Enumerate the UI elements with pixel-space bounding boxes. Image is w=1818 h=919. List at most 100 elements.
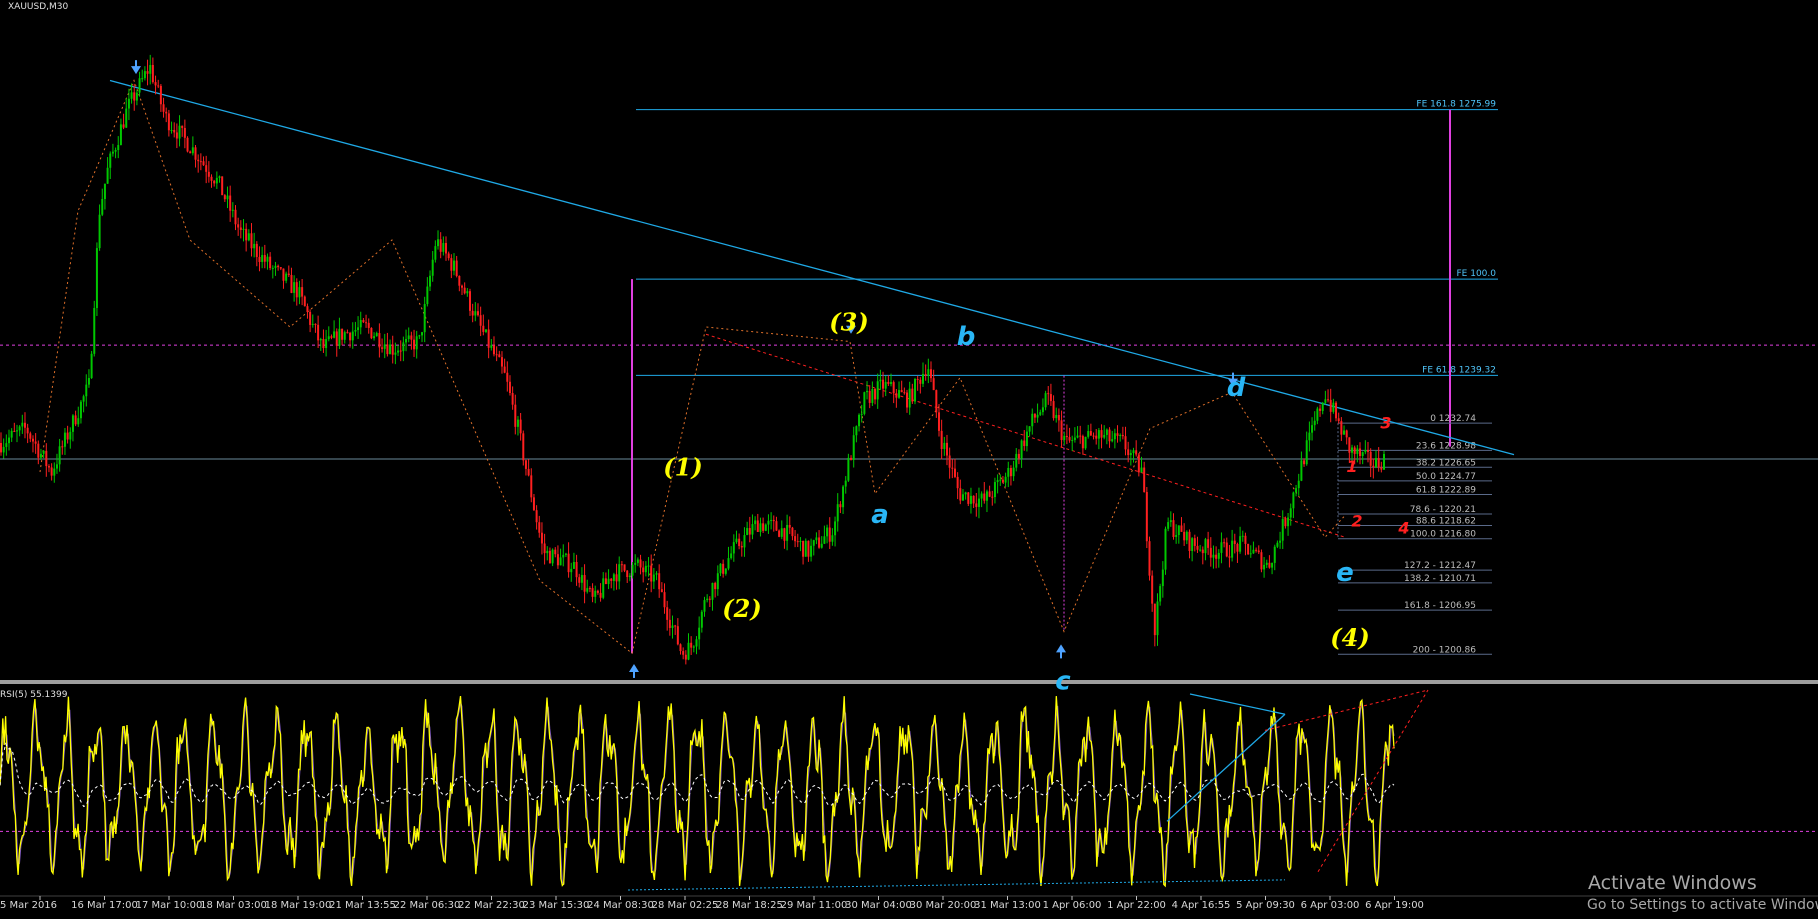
candle[interactable]	[181, 125, 184, 128]
candle[interactable]	[929, 369, 932, 379]
candle[interactable]	[831, 535, 834, 542]
candle[interactable]	[1060, 420, 1063, 441]
candle[interactable]	[908, 388, 911, 408]
candle[interactable]	[839, 504, 842, 508]
candle[interactable]	[953, 468, 956, 477]
candle[interactable]	[114, 149, 117, 152]
candle[interactable]	[1265, 562, 1268, 565]
candle[interactable]	[93, 308, 96, 354]
candle[interactable]	[429, 275, 432, 287]
candle[interactable]	[1279, 540, 1282, 543]
candle[interactable]	[191, 147, 194, 154]
candle[interactable]	[1372, 465, 1375, 468]
candle[interactable]	[639, 559, 642, 568]
candle[interactable]	[500, 357, 503, 367]
candle[interactable]	[1356, 448, 1359, 454]
candle[interactable]	[959, 488, 962, 501]
candle[interactable]	[1105, 429, 1108, 435]
candle[interactable]	[322, 338, 325, 349]
candle[interactable]	[762, 523, 765, 531]
candle[interactable]	[556, 554, 559, 566]
candle[interactable]	[1215, 554, 1218, 559]
candle[interactable]	[1369, 451, 1372, 466]
candle[interactable]	[1044, 393, 1047, 408]
candle[interactable]	[607, 578, 610, 585]
candle[interactable]	[991, 496, 994, 498]
candle[interactable]	[1359, 448, 1362, 457]
candle[interactable]	[799, 541, 802, 543]
candle[interactable]	[1289, 508, 1292, 518]
candle[interactable]	[55, 464, 58, 469]
candle[interactable]	[1348, 437, 1351, 453]
candle[interactable]	[935, 390, 938, 413]
candle[interactable]	[788, 524, 791, 528]
candle[interactable]	[636, 559, 639, 563]
candle[interactable]	[514, 404, 517, 427]
candle[interactable]	[1017, 453, 1020, 459]
candle[interactable]	[1361, 452, 1364, 457]
candle[interactable]	[874, 388, 877, 400]
candle[interactable]	[13, 430, 16, 432]
candle[interactable]	[1097, 430, 1100, 439]
candle[interactable]	[1321, 402, 1324, 411]
candle[interactable]	[189, 151, 192, 154]
candle[interactable]	[863, 392, 866, 414]
candle[interactable]	[1073, 437, 1076, 441]
candle[interactable]	[410, 335, 413, 340]
candle[interactable]	[474, 311, 477, 316]
candle[interactable]	[1143, 467, 1146, 493]
candle[interactable]	[1148, 541, 1151, 576]
candle[interactable]	[231, 209, 234, 211]
candle[interactable]	[714, 582, 717, 590]
candle[interactable]	[1305, 440, 1308, 465]
candle[interactable]	[245, 228, 248, 241]
candle[interactable]	[937, 412, 940, 431]
candle[interactable]	[159, 85, 162, 105]
candle[interactable]	[133, 92, 136, 101]
candle[interactable]	[783, 528, 786, 541]
candle[interactable]	[748, 528, 751, 535]
candle[interactable]	[594, 590, 597, 597]
candle[interactable]	[135, 92, 138, 101]
candle[interactable]	[844, 480, 847, 487]
candle[interactable]	[1340, 421, 1343, 435]
candle[interactable]	[303, 296, 306, 307]
candle[interactable]	[333, 331, 336, 338]
candle[interactable]	[338, 328, 341, 346]
candle[interactable]	[45, 450, 48, 467]
candle[interactable]	[626, 570, 629, 578]
candle[interactable]	[711, 582, 714, 600]
candle[interactable]	[1055, 415, 1058, 419]
candle[interactable]	[967, 492, 970, 504]
candle[interactable]	[746, 528, 749, 536]
candle[interactable]	[895, 393, 898, 398]
candle[interactable]	[418, 335, 421, 337]
candle[interactable]	[37, 443, 40, 458]
candle[interactable]	[644, 565, 647, 573]
candle[interactable]	[1116, 433, 1119, 436]
candle[interactable]	[1255, 549, 1258, 551]
candle[interactable]	[551, 549, 554, 564]
candle[interactable]	[423, 304, 426, 333]
candle[interactable]	[540, 532, 543, 544]
candle[interactable]	[508, 381, 511, 394]
candle[interactable]	[269, 256, 272, 269]
candle[interactable]	[591, 588, 594, 597]
candle[interactable]	[671, 625, 674, 628]
candle[interactable]	[900, 390, 903, 393]
candle[interactable]	[858, 414, 861, 427]
candle[interactable]	[791, 527, 794, 537]
candle[interactable]	[674, 625, 677, 627]
candle[interactable]	[39, 453, 42, 458]
candle[interactable]	[524, 460, 527, 469]
candle[interactable]	[602, 578, 605, 598]
candle[interactable]	[751, 524, 754, 535]
candle[interactable]	[223, 195, 226, 200]
candle[interactable]	[807, 540, 810, 557]
candle[interactable]	[535, 510, 538, 523]
candle[interactable]	[1100, 430, 1103, 438]
candle[interactable]	[487, 329, 490, 348]
candle[interactable]	[106, 167, 109, 184]
candle[interactable]	[1207, 539, 1210, 548]
candle[interactable]	[543, 543, 546, 554]
